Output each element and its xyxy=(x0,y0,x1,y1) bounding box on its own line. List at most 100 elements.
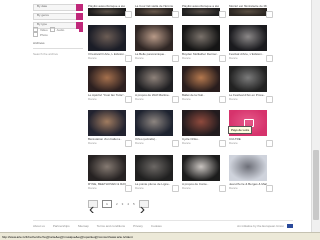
add-to-playlist-icon[interactable] xyxy=(125,11,132,18)
video-thumbnail[interactable] xyxy=(135,66,173,92)
video-thumbnail[interactable] xyxy=(182,25,220,51)
add-to-playlist-icon[interactable] xyxy=(172,140,179,147)
option-row[interactable]: Photo xyxy=(33,32,83,37)
video-thumbnail[interactable] xyxy=(135,155,173,181)
video-card[interactable]: Béréstation d'un ballet a.. Dance xyxy=(88,110,132,147)
filter-date[interactable]: By date xyxy=(33,4,83,11)
video-card[interactable]: Il Festival D Arte, L Ecléton.. Dance xyxy=(88,25,132,62)
add-to-playlist-icon[interactable] xyxy=(172,55,179,62)
add-to-playlist-icon[interactable] xyxy=(219,140,226,147)
video-thumbnail[interactable] xyxy=(229,155,267,181)
add-to-playlist-icon[interactable] xyxy=(266,96,273,103)
video-card[interactable]: La Cour fait stella de l'Ermite.. xyxy=(135,3,179,18)
filter-date-label: By date xyxy=(37,4,48,8)
video-card[interactable]: Le Festival d'Aix en Prove.. Dance xyxy=(229,66,273,103)
archives-search[interactable]: Search the archive xyxy=(33,52,83,56)
pagination: ‹ 1 2 3 4 5 › xyxy=(88,200,149,218)
filter-genre[interactable]: By genre xyxy=(33,13,83,20)
video-card[interactable]: A propos de Wolf Martine.. Dance xyxy=(135,66,179,103)
next-page-button[interactable]: › xyxy=(138,200,149,218)
video-thumbnail[interactable] xyxy=(182,110,220,136)
page-number[interactable]: 3 xyxy=(122,202,124,206)
video-card[interactable]: La Belle panoramique.. Dance xyxy=(135,25,179,62)
plus-icon[interactable] xyxy=(76,4,83,11)
add-to-playlist-icon[interactable] xyxy=(172,96,179,103)
video-thumbnail[interactable] xyxy=(229,25,267,51)
video-thumbnail[interactable] xyxy=(88,155,126,181)
add-to-playlist-icon[interactable] xyxy=(125,96,132,103)
video-category: Dance xyxy=(135,141,144,145)
footer-link[interactable]: About us xyxy=(33,224,45,228)
checkbox[interactable] xyxy=(49,27,55,32)
add-to-playlist-icon[interactable] xyxy=(266,140,273,147)
video-thumbnail[interactable] xyxy=(182,66,220,92)
video-thumbnail[interactable] xyxy=(182,155,220,181)
checkbox[interactable] xyxy=(33,32,38,37)
video-category: Dance xyxy=(135,186,144,190)
video-thumbnail[interactable] xyxy=(88,110,126,136)
add-to-playlist-icon[interactable] xyxy=(125,55,132,62)
page-number-active[interactable]: 1 xyxy=(102,200,112,208)
video-card[interactable]: Festival d'Arte, L'Ecléton.. Dance xyxy=(229,25,273,62)
tooltip: Pays de Loire xyxy=(228,126,253,134)
scrollbar-thumb[interactable] xyxy=(313,150,319,220)
video-card[interactable]: Ballet de la Nuit.. Dance xyxy=(182,66,226,103)
video-card[interactable]: Jean-Pierre & Berges & Mariem..Dance xyxy=(229,155,273,192)
add-to-playlist-icon[interactable] xyxy=(219,55,226,62)
footer-eu-text: An initiative by the European Union xyxy=(237,224,284,228)
footer-link[interactable]: Privacy xyxy=(133,224,143,228)
video-card[interactable]: Cycle Orféo.. Dance xyxy=(182,110,226,147)
video-card[interactable]: A propos de Conte.. Dance xyxy=(182,155,226,192)
video-thumbnail[interactable] xyxy=(182,8,220,16)
filter-options: Video Audio Photo xyxy=(33,27,83,37)
video-category: Dance xyxy=(229,141,238,145)
footer-link[interactable]: Cookies xyxy=(151,224,162,228)
video-card[interactable]: Orfeo (extraits).. Dance xyxy=(135,110,179,147)
video-thumbnail[interactable] xyxy=(88,66,126,92)
add-to-playlist-icon[interactable] xyxy=(172,185,179,192)
video-category: Dance xyxy=(229,97,238,101)
video-category: Dance xyxy=(88,56,97,60)
add-to-playlist-icon[interactable] xyxy=(266,185,273,192)
footer-link[interactable]: Partnerships xyxy=(53,224,70,228)
page-number[interactable]: 2 xyxy=(116,202,118,206)
add-to-playlist-icon[interactable] xyxy=(172,11,179,18)
archives-section: Archives Search the archive xyxy=(33,41,83,56)
video-card[interactable]: Mozart est l'Entrelacte de Mr.. xyxy=(229,3,273,18)
video-thumbnail[interactable] xyxy=(88,8,126,16)
archives-title: Archives xyxy=(33,41,45,45)
video-thumbnail[interactable] xyxy=(229,8,267,16)
add-to-playlist-icon[interactable] xyxy=(266,55,273,62)
video-card[interactable]: Boyden Molliather Dernier.. Dance xyxy=(182,25,226,62)
plus-icon[interactable] xyxy=(79,27,83,32)
vertical-scrollbar[interactable] xyxy=(311,0,320,232)
add-to-playlist-icon[interactable] xyxy=(125,140,132,147)
video-card[interactable]: RYNE, BEETHOVEN & RAVEL..Dance xyxy=(88,155,132,192)
page-number[interactable]: 5 xyxy=(133,202,135,206)
video-thumbnail[interactable] xyxy=(135,8,173,16)
add-to-playlist-icon[interactable] xyxy=(219,11,226,18)
add-to-playlist-icon[interactable] xyxy=(219,185,226,192)
video-card[interactable]: La pointe plume de Ligne.. Dance xyxy=(135,155,179,192)
option-label: Audio xyxy=(56,27,65,32)
footer-link[interactable]: Sitemap xyxy=(78,224,89,228)
video-card[interactable]: Playlist autour/lorsque a été Jig.. xyxy=(88,3,132,18)
plus-icon[interactable] xyxy=(76,13,83,20)
video-thumbnail[interactable] xyxy=(135,110,173,136)
video-thumbnail[interactable] xyxy=(88,25,126,51)
video-thumbnail[interactable] xyxy=(135,25,173,51)
prev-page-button[interactable]: ‹ xyxy=(88,200,98,218)
filter-type-label: By type xyxy=(37,22,48,26)
footer-link[interactable]: Terms and conditions xyxy=(97,224,125,228)
eu-flag-icon xyxy=(287,224,293,228)
add-to-playlist-icon[interactable] xyxy=(266,11,273,18)
video-thumbnail[interactable] xyxy=(229,66,267,92)
add-to-playlist-icon[interactable] xyxy=(125,185,132,192)
status-bar: http://www.arte.tv/fr/recherche?eq[]=art… xyxy=(0,232,320,240)
video-category: Dance xyxy=(229,186,238,190)
add-to-playlist-icon[interactable] xyxy=(219,96,226,103)
footer-divider xyxy=(33,220,293,221)
page-number[interactable]: 4 xyxy=(127,202,129,206)
video-card[interactable]: Le Apèrtivi "Cosi fan Tutte".. Dance xyxy=(88,66,132,103)
video-card[interactable]: Playlist autour/lorsque a été Jig.. xyxy=(182,3,226,18)
